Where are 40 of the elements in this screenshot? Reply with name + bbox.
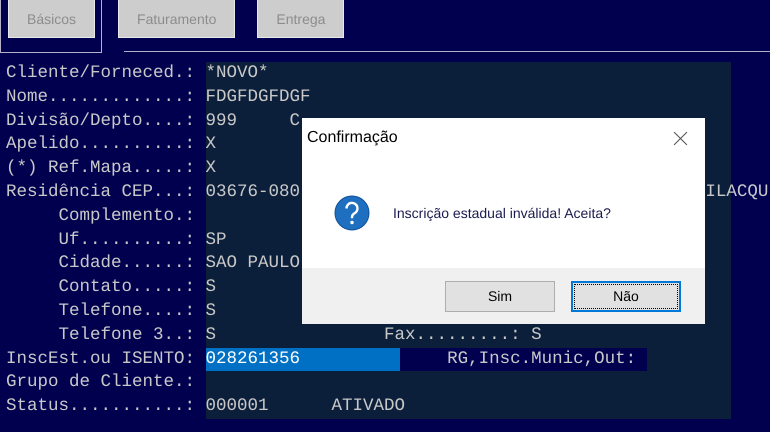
field-value[interactable]: 028261356: [206, 348, 400, 372]
dialog-button[interactable]: Sim: [445, 280, 555, 312]
field-value[interactable]: SP: [206, 228, 227, 252]
field-label: Apelido..........:: [6, 133, 196, 156]
field-value[interactable]: X: [206, 157, 216, 181]
field-background[interactable]: [206, 371, 731, 396]
field-label: Uf..........:: [58, 228, 196, 252]
field-text: RG,Insc.Munic,Out:: [447, 348, 636, 371]
field-value[interactable]: S: [206, 300, 216, 324]
field-text: Fax.........: S: [384, 324, 542, 347]
dialog-title: Confirmação: [307, 129, 398, 147]
question-icon: [334, 195, 370, 231]
field-text: C: [290, 110, 300, 133]
field-value[interactable]: S: [206, 276, 216, 300]
field-value[interactable]: SAO PAULO: [206, 252, 300, 276]
field-value[interactable]: FDGFDGFDGF: [206, 86, 311, 110]
field-label: Residência CEP...:: [6, 180, 196, 204]
field-value[interactable]: S: [206, 324, 216, 348]
field-text: ILACQU: [705, 180, 768, 204]
field-label: Contato.....:: [58, 276, 196, 300]
field-label: Telefone 3..:: [58, 324, 196, 347]
field-value[interactable]: 03676-080: [206, 180, 300, 205]
field-label: (*) Ref.Mapa.....:: [6, 157, 196, 180]
field-text: ATIVADO: [332, 395, 406, 418]
dialog-message: Inscrição estadual inválida! Aceita?: [393, 205, 611, 221]
field-label: Cliente/Forneced.:: [6, 62, 196, 85]
field-value[interactable]: 999: [206, 110, 238, 134]
field-value[interactable]: *NOVO*: [206, 62, 269, 86]
field-label: Complemento.:: [58, 204, 196, 228]
dialog-button[interactable]: Não: [571, 280, 681, 312]
field-label: InscEst.ou ISENTO:: [6, 348, 196, 371]
close-icon[interactable]: [673, 130, 688, 146]
field-value[interactable]: X: [206, 133, 216, 158]
field-label: Telefone....:: [58, 300, 196, 323]
field-label: Status...........:: [6, 395, 196, 418]
field-label: Nome.............:: [6, 86, 196, 109]
field-label: Divisão/Depto....:: [6, 110, 196, 133]
field-value[interactable]: 000001: [206, 395, 269, 419]
field-label: Cidade......:: [58, 252, 196, 276]
field-label: Grupo de Cliente.:: [6, 371, 196, 394]
